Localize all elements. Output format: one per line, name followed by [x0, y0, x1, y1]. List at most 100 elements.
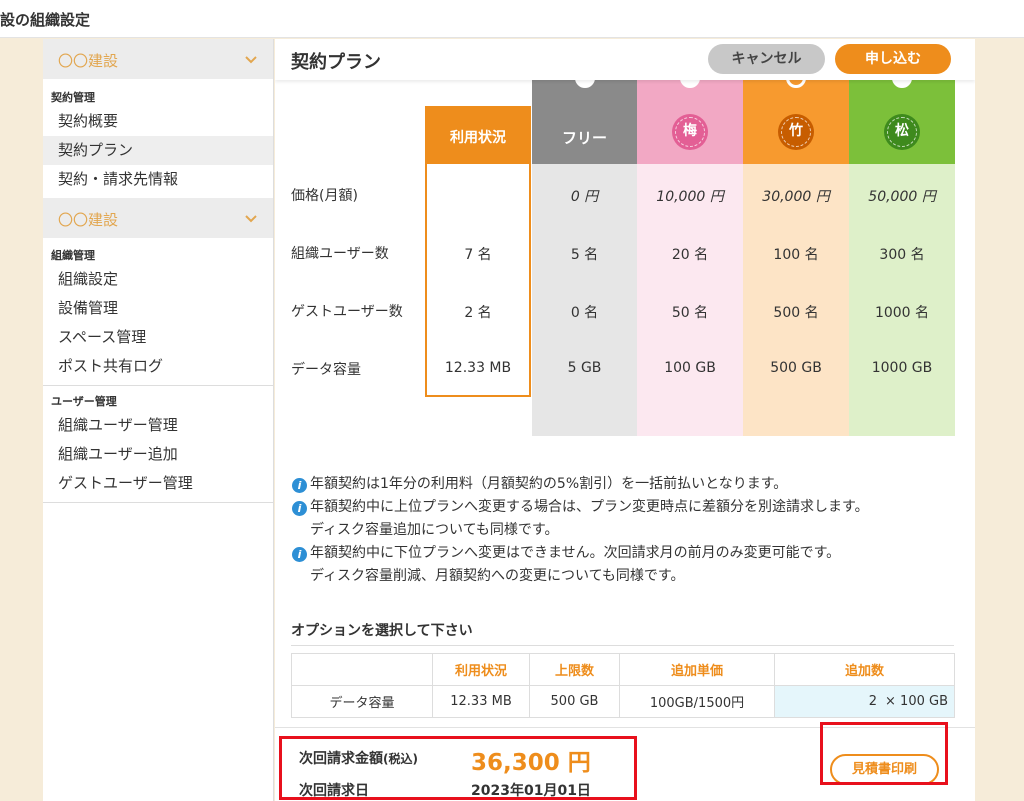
options-header-usage: 利用状況	[432, 653, 530, 686]
sidebar-item-contract-overview[interactable]: 契約概要	[43, 107, 273, 136]
org-name-2: 〇〇建設	[58, 211, 119, 229]
sidebar-item-post-log[interactable]: ポスト共有ログ	[43, 352, 273, 381]
plan-price-take: 30,000 円	[762, 189, 830, 205]
sidebar: 〇〇建設 契約管理 契約概要 契約プラン 契約・請求先情報 〇〇建設 組織管理 …	[43, 39, 274, 801]
option-usage: 12.33 MB	[432, 685, 530, 718]
next-date-value: 2023年01月01日	[471, 783, 591, 799]
options-header-row: 利用状況 上限数 追加単価 追加数	[291, 653, 955, 686]
apply-button[interactable]: 申し込む	[835, 44, 951, 74]
option-qty-cell: 2 × 100 GB	[774, 685, 955, 718]
plan-guest-users-free: 0 名	[570, 305, 599, 321]
note-text: 年額契約中に下位プランへ変更はできません。次回請求月の前月のみ変更可能です。	[310, 545, 841, 561]
sidebar-item-add-user[interactable]: 組織ユーザー追加	[43, 440, 273, 469]
next-amount-label: 次回請求金額(税込)	[299, 748, 418, 768]
plan-guest-users-ume: 50 名	[671, 305, 709, 321]
cancel-button[interactable]: キャンセル	[708, 44, 825, 74]
usage-header-label: 利用状況	[450, 130, 506, 146]
option-qty-unit: × 100 GB	[885, 694, 948, 709]
main-panel: 契約プラン キャンセル 申し込む 価格(月額) 組織ユーザー数 ゲストユーザー数…	[275, 39, 975, 801]
row-label-storage: データ容量	[291, 362, 361, 378]
note-annual: i 年額契約は1年分の利用料（月額契約の5%割引）を一括前払いとなります。	[292, 473, 787, 493]
org-selector-2[interactable]: 〇〇建設	[43, 198, 273, 238]
row-label-org-users: 組織ユーザー数	[291, 246, 389, 262]
sidebar-item-equipment[interactable]: 設備管理	[43, 294, 273, 323]
plan-header-ume: 梅	[637, 68, 743, 164]
plan-price-matsu: 50,000 円	[868, 189, 936, 205]
options-header-unit-price: 追加単価	[619, 653, 775, 686]
info-icon: i	[292, 547, 307, 562]
plan-storage-free: 5 GB	[567, 360, 602, 376]
plan-column-matsu[interactable]: 松 50,000 円 300 名 1000 名 1000 GB	[849, 68, 955, 436]
sidebar-item-org-users[interactable]: 組織ユーザー管理	[43, 411, 273, 440]
options-header-qty: 追加数	[774, 653, 955, 686]
plan-price-free: 0 円	[570, 189, 599, 205]
info-icon: i	[292, 501, 307, 516]
sidebar-item-billing-info[interactable]: 契約・請求先情報	[43, 165, 273, 194]
usage-header: 利用状況	[427, 108, 529, 164]
org-name: 〇〇建設	[58, 52, 119, 70]
note-disk-reduce: ディスク容量削減、月額契約への変更についても同様です。	[310, 568, 685, 584]
plan-column-free[interactable]: フリー 0 円 5 名 0 名 5 GB	[532, 68, 637, 436]
next-date-label: 次回請求日	[299, 783, 369, 799]
plan-org-users-matsu: 300 名	[879, 247, 925, 263]
options-title: オプションを選択して下さい	[291, 623, 473, 639]
usage-storage: 12.33 MB	[444, 360, 512, 376]
plan-header-matsu: 松	[849, 68, 955, 164]
print-estimate-button[interactable]: 見積書印刷	[830, 754, 939, 785]
plan-header-take: 竹	[743, 68, 849, 164]
top-bar: 設の組織設定	[0, 0, 1024, 38]
options-header-limit: 上限数	[529, 653, 620, 686]
chevron-down-icon	[245, 215, 257, 223]
next-amount-value: 36,300 円	[471, 750, 591, 776]
options-divider	[291, 645, 954, 646]
plan-storage-take: 500 GB	[770, 360, 822, 376]
plan-name-matsu: 松	[895, 123, 909, 139]
option-limit: 500 GB	[529, 685, 620, 718]
option-qty-input[interactable]: 2	[869, 694, 877, 709]
sidebar-item-contract-plan[interactable]: 契約プラン	[43, 136, 273, 165]
usage-column: 利用状況 7 名 2 名 12.33 MB	[425, 106, 531, 397]
chevron-down-icon	[245, 56, 257, 64]
note-upgrade: i 年額契約中に上位プランへ変更する場合は、プラン変更時点に差額分を別途請求します…	[292, 496, 869, 516]
note-disk-add: ディスク容量追加についても同様です。	[310, 522, 559, 538]
plan-guest-users-matsu: 1000 名	[874, 305, 930, 321]
plan-guest-users-take: 500 名	[773, 305, 819, 321]
options-header-blank	[291, 653, 433, 686]
page-title: 契約プラン	[291, 52, 381, 73]
usage-guest-users: 2 名	[464, 305, 492, 321]
next-amount-label-text: 次回請求金額	[299, 751, 383, 767]
plan-column-take[interactable]: 竹 30,000 円 100 名 500 名 500 GB	[743, 68, 849, 436]
info-icon: i	[292, 478, 307, 493]
option-unit-price: 100GB/1500円	[619, 685, 775, 718]
main-header: 契約プラン キャンセル 申し込む	[275, 39, 975, 80]
billing-summary: 次回請求金額(税込) 36,300 円 次回請求日 2023年01月01日 見積…	[275, 727, 975, 801]
option-name: データ容量	[291, 685, 433, 718]
sidebar-section-contract: 契約管理	[51, 91, 95, 104]
row-label-price: 価格(月額)	[291, 188, 358, 204]
note-text: 年額契約は1年分の利用料（月額契約の5%割引）を一括前払いとなります。	[310, 476, 788, 492]
plan-storage-ume: 100 GB	[664, 360, 716, 376]
plum-emblem-icon: 梅	[672, 114, 708, 150]
pine-emblem-icon: 松	[884, 114, 920, 150]
options-table: 利用状況 上限数 追加単価 追加数 データ容量 12.33 MB 500 GB …	[291, 653, 955, 718]
usage-org-users: 7 名	[464, 247, 492, 263]
org-selector[interactable]: 〇〇建設	[43, 39, 273, 79]
row-label-guest-users: ゲストユーザー数	[291, 304, 403, 320]
plan-org-users-ume: 20 名	[671, 247, 709, 263]
table-row: データ容量 12.33 MB 500 GB 100GB/1500円 2 × 100…	[291, 685, 955, 718]
sidebar-item-guest-users[interactable]: ゲストユーザー管理	[43, 469, 273, 498]
note-downgrade: i 年額契約中に下位プランへ変更はできません。次回請求月の前月のみ変更可能です。	[292, 542, 840, 562]
plan-header-free: フリー	[532, 68, 637, 164]
sidebar-item-spaces[interactable]: スペース管理	[43, 323, 273, 352]
sidebar-item-org-settings[interactable]: 組織設定	[43, 265, 273, 294]
plan-org-users-free: 5 名	[570, 247, 599, 263]
sidebar-section-org: 組織管理	[51, 249, 95, 262]
plan-column-ume[interactable]: 梅 10,000 円 20 名 50 名 100 GB	[637, 68, 743, 436]
plan-name-free: フリー	[561, 129, 607, 147]
bamboo-emblem-icon: 竹	[778, 114, 814, 150]
tax-label: (税込)	[383, 752, 418, 766]
page-header-title: 設の組織設定	[0, 11, 91, 29]
plan-org-users-take: 100 名	[773, 247, 819, 263]
plan-price-ume: 10,000 円	[656, 189, 724, 205]
plan-storage-matsu: 1000 GB	[871, 360, 933, 376]
